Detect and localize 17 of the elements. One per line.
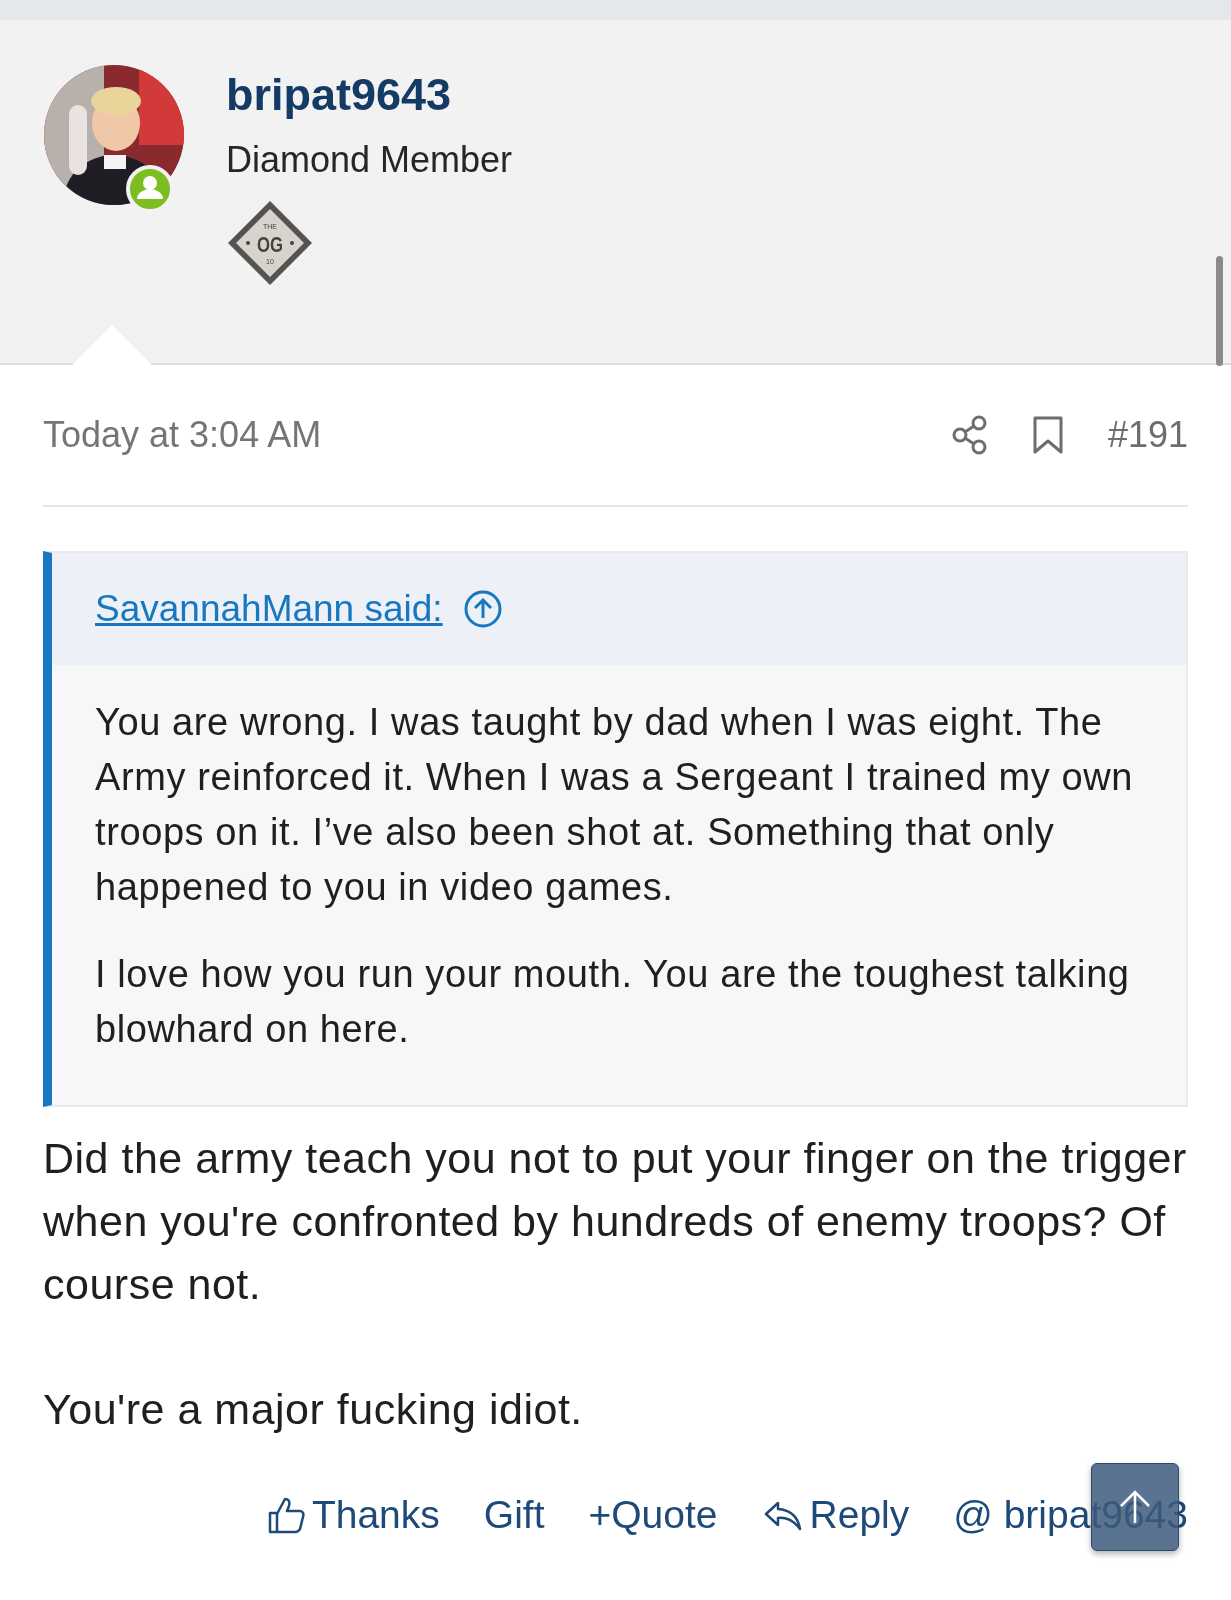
quote-source-link[interactable]: SavannahMann said: — [95, 588, 443, 630]
reply-link[interactable]: Reply — [761, 1493, 910, 1537]
post-number-link[interactable]: #191 — [1107, 414, 1188, 456]
bookmark-icon[interactable] — [1031, 415, 1064, 455]
post-time[interactable]: Today at 3:04 AM — [43, 414, 322, 456]
user-title: Diamond Member — [226, 139, 513, 181]
post-paragraph: You're a major fucking idiot. — [43, 1384, 584, 1435]
gift-link[interactable]: Gift — [483, 1493, 545, 1537]
thanks-link[interactable]: Thanks — [265, 1493, 440, 1537]
quote-paragraph: You are wrong. I was taught by dad when I was eight. The Army reinforced it. When I was a Sergeant I trained my own troops on it. I’ve also been shot at. Something that only happened to you in video games. — [95, 700, 1134, 910]
quote-link[interactable]: +Quote — [588, 1493, 718, 1537]
post-paragraph: Did the army teach you not to put your finger on the trigger when you're confronted by hundreds of enemy troops? Of course not. — [43, 1133, 1188, 1310]
quote-paragraph: I love how you run your mouth. You are the toughest talking blowhard on here. — [95, 952, 1131, 1052]
scrollbar[interactable] — [1216, 256, 1223, 366]
jump-up-icon[interactable] — [462, 589, 503, 629]
username-link[interactable]: bripat9643 — [226, 69, 452, 121]
share-icon[interactable] — [951, 415, 988, 455]
